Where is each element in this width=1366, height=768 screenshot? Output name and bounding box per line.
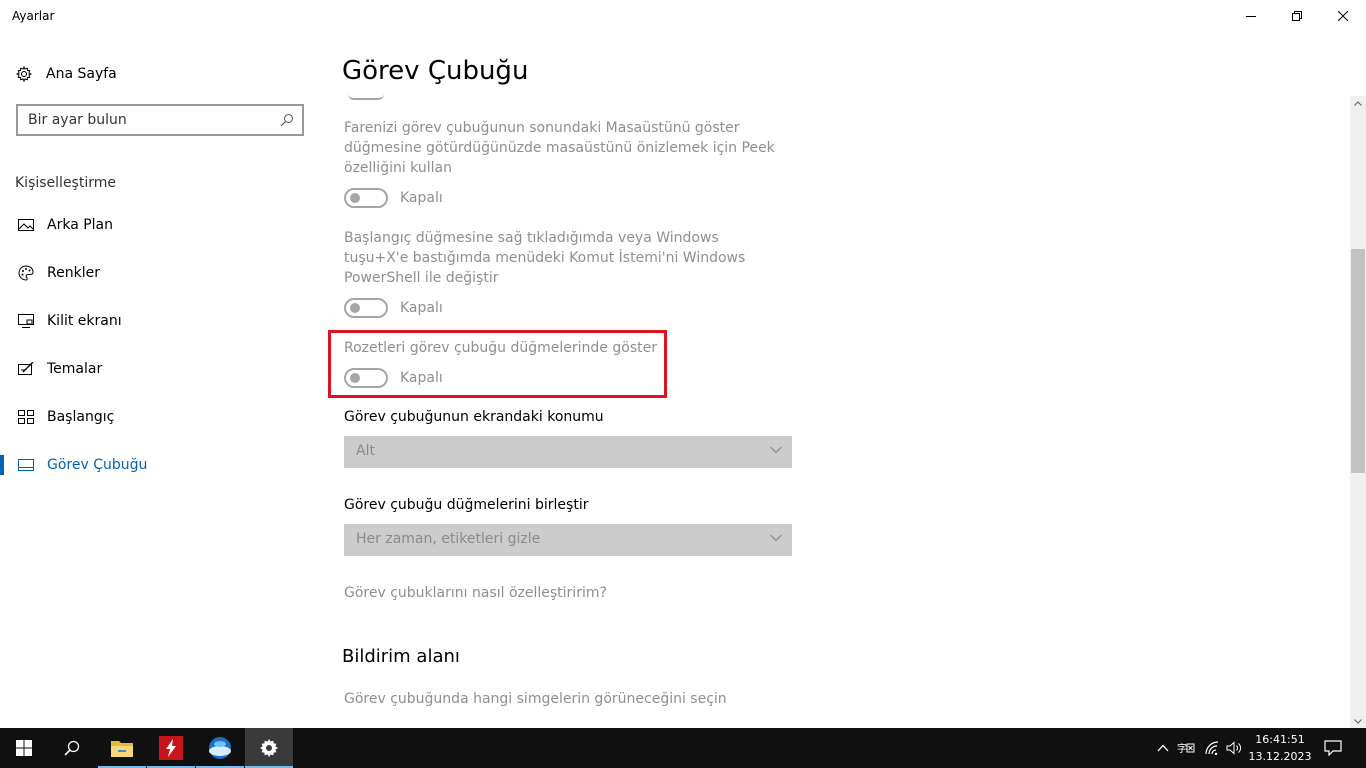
settings-icon xyxy=(260,739,278,757)
sidebar-item-label: Görev Çubuğu xyxy=(47,457,148,473)
wifi-icon xyxy=(1205,741,1219,755)
toggle-state: Kapalı xyxy=(400,370,443,386)
home-link[interactable]: Ana Sayfa xyxy=(16,63,117,85)
show-hidden-icons-button[interactable] xyxy=(1154,728,1172,768)
notification-icon xyxy=(1324,740,1342,756)
page-title: Görev Çubuğu xyxy=(342,56,529,86)
windows-logo-icon xyxy=(16,740,32,756)
section-header: Kişiselleştirme xyxy=(15,175,116,191)
sidebar: Ana Sayfa Kişiselleştirme Arka Plan Renk… xyxy=(0,32,320,728)
sidebar-item-start[interactable]: Başlangıç xyxy=(0,397,320,437)
scrollbar[interactable] xyxy=(1350,96,1366,728)
close-icon xyxy=(1338,11,1348,21)
dropdown-value: Alt xyxy=(356,443,375,459)
setting-description: Rozetleri görev çubuğu düğmelerinde göst… xyxy=(344,340,657,356)
toggle-state: Kapalı xyxy=(400,300,443,316)
file-explorer-icon xyxy=(111,741,133,757)
action-center-button[interactable] xyxy=(1320,728,1346,768)
language-indicator[interactable]: 字 xyxy=(1176,728,1196,768)
search-input[interactable] xyxy=(28,111,268,129)
app-title: Ayarlar xyxy=(12,9,55,23)
badges-toggle-row[interactable]: Kapalı xyxy=(344,368,443,388)
sidebar-item-label: Renkler xyxy=(47,265,100,281)
scroll-thumb[interactable] xyxy=(1351,249,1365,473)
toggle-knob xyxy=(350,303,360,313)
sidebar-item-background[interactable]: Arka Plan xyxy=(0,205,320,245)
scrolled-toggle[interactable] xyxy=(348,94,384,100)
sidebar-item-label: Arka Plan xyxy=(47,217,114,233)
settings-app-button[interactable] xyxy=(245,728,293,768)
start-icon xyxy=(16,407,36,427)
combine-dropdown[interactable]: Her zaman, etiketleri gizle xyxy=(344,524,792,556)
browser-button[interactable] xyxy=(196,728,244,768)
start-button[interactable] xyxy=(0,728,48,768)
scroll-down-button[interactable] xyxy=(1350,714,1366,728)
network-button[interactable] xyxy=(1202,728,1222,768)
gear-icon xyxy=(16,66,32,82)
peek-toggle-row[interactable]: Kapalı xyxy=(344,188,443,208)
sidebar-item-lock-screen[interactable]: Kilit ekranı xyxy=(0,301,320,341)
settings-window: Ayarlar Ana Sayfa Bir ayar bulun Kişisel… xyxy=(0,0,1366,728)
clock-time: 16:41:51 xyxy=(1255,733,1305,746)
close-button[interactable] xyxy=(1320,0,1366,32)
flash-app-icon xyxy=(159,736,183,760)
themes-icon xyxy=(16,359,36,379)
lock-screen-icon xyxy=(16,311,36,331)
sidebar-item-colors[interactable]: Renkler xyxy=(0,253,320,293)
restore-icon xyxy=(1292,11,1302,21)
home-label: Ana Sayfa xyxy=(46,66,117,82)
combine-label: Görev çubuğu düğmelerini birleştir xyxy=(344,497,589,513)
chevron-up-icon xyxy=(1157,744,1169,752)
taskbar-icon xyxy=(16,455,36,475)
palette-icon xyxy=(16,263,36,283)
keyboard-layout-icon: 字 xyxy=(1177,742,1195,755)
flash-app-button[interactable] xyxy=(147,728,195,768)
chevron-up-icon xyxy=(1354,100,1362,106)
search-box[interactable] xyxy=(16,104,304,136)
active-indicator xyxy=(0,455,4,475)
sidebar-item-label: Başlangıç xyxy=(47,409,115,425)
chevron-down-icon xyxy=(1354,718,1362,724)
powershell-toggle-row[interactable]: Kapalı xyxy=(344,298,443,318)
location-label: Görev çubuğunun ekrandaki konumu xyxy=(344,409,604,425)
main-content: Farenizi görev çubuğunun sonundaki Masaü… xyxy=(320,32,1350,728)
dropdown-value: Her zaman, etiketleri gizle xyxy=(356,531,541,547)
badges-toggle[interactable] xyxy=(344,368,388,388)
sidebar-item-taskbar[interactable]: Görev Çubuğu xyxy=(0,445,320,485)
image-icon xyxy=(16,215,36,235)
svg-text:字: 字 xyxy=(1177,742,1187,755)
minimize-button[interactable] xyxy=(1228,0,1274,32)
sidebar-item-themes[interactable]: Temalar xyxy=(0,349,320,389)
chevron-down-icon xyxy=(770,446,782,454)
toggle-knob xyxy=(350,373,360,383)
minimize-icon xyxy=(1246,16,1256,17)
search-icon xyxy=(280,114,293,127)
file-explorer-button[interactable] xyxy=(98,728,146,768)
scroll-up-button[interactable] xyxy=(1350,96,1366,110)
search-button[interactable] xyxy=(48,728,96,768)
peek-toggle[interactable] xyxy=(344,188,388,208)
clock-date: 13.12.2023 xyxy=(1248,750,1312,763)
restore-button[interactable] xyxy=(1274,0,1320,32)
chevron-down-icon xyxy=(770,534,782,542)
search-icon xyxy=(64,740,80,756)
notification-area-heading: Bildirim alanı xyxy=(342,646,460,667)
setting-description: Başlangıç düğmesine sağ tıkladığımda vey… xyxy=(344,230,746,286)
clock[interactable]: 16:41:51 13.12.2023 xyxy=(1248,731,1312,765)
help-link[interactable]: Görev çubuklarını nasıl özelleştiririm? xyxy=(344,585,607,601)
sidebar-item-label: Kilit ekranı xyxy=(47,313,122,329)
browser-icon xyxy=(209,737,231,759)
location-dropdown[interactable]: Alt xyxy=(344,436,792,468)
notification-icons-link[interactable]: Görev çubuğunda hangi simgelerin görünec… xyxy=(344,691,727,707)
powershell-toggle[interactable] xyxy=(344,298,388,318)
setting-description: Farenizi görev çubuğunun sonundaki Masaü… xyxy=(344,120,775,176)
volume-button[interactable] xyxy=(1224,728,1244,768)
toggle-state: Kapalı xyxy=(400,190,443,206)
taskbar: 字 16:41:51 13.12.2023 xyxy=(0,728,1366,768)
toggle-knob xyxy=(350,193,360,203)
title-bar: Ayarlar xyxy=(0,0,1366,32)
sidebar-item-label: Temalar xyxy=(47,361,103,377)
speaker-icon xyxy=(1226,741,1241,755)
